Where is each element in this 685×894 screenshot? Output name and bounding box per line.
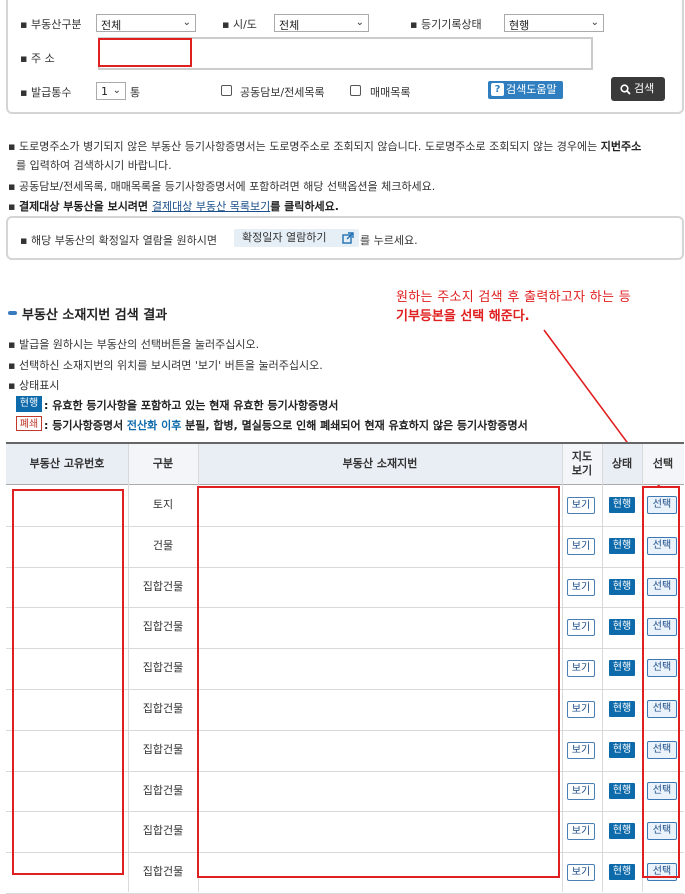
legend-current-badge: 현행 (16, 396, 42, 412)
row-type: 집합건물 (142, 661, 184, 675)
view-map-button[interactable]: 보기 (567, 578, 595, 596)
status-badge: 현행 (609, 782, 635, 799)
address-column-highlight (197, 486, 560, 878)
row-type: 집합건물 (142, 742, 184, 756)
status-badge: 현행 (609, 823, 635, 840)
view-map-button[interactable]: 보기 (567, 782, 595, 800)
row-type: 집합건물 (142, 783, 184, 797)
legend-closed-text: : 등기사항증명서 전산화 이후 분필, 합병, 멸실등으로 인해 폐쇄되어 현… (44, 419, 528, 432)
status-badge: 현행 (609, 578, 635, 595)
legend-current-text: : 유효한 등기사항을 포함하고 있는 현재 유효한 등기사항증명서 (44, 399, 339, 412)
row-type: 집합건물 (142, 620, 184, 634)
header-bottom-border (6, 484, 684, 485)
view-map-button[interactable]: 보기 (567, 701, 595, 718)
id-column-highlight (12, 489, 124, 875)
results-title: 부동산 소재지번 검색 결과 (22, 308, 168, 323)
guide-status: ▪ 상태표시 (8, 379, 60, 392)
col-header-map: 지도 보기 (562, 444, 602, 484)
col-header-address: 부동산 소재지번 (198, 444, 562, 484)
legend-closed-badge: 폐쇄 (16, 416, 42, 431)
view-map-button[interactable]: 보기 (567, 660, 595, 678)
row-type: 집합건물 (142, 579, 184, 593)
row-type: 집합건물 (142, 702, 184, 715)
col-header-status: 상태 (602, 444, 642, 484)
column-divider (562, 444, 563, 892)
status-badge: 현행 (609, 537, 635, 554)
select-column-highlight (642, 486, 680, 878)
status-badge: 현행 (609, 619, 635, 636)
row-type: 토지 (152, 498, 174, 511)
col-header-id: 부동산 고유번호 (6, 444, 128, 484)
title-bullet-icon (8, 311, 17, 315)
col-header-type: 구분 (128, 444, 198, 484)
guide-map: ▪ 선택하신 소재지번의 위치를 보시려면 '보기' 버튼을 눌러주십시오. (8, 359, 323, 372)
view-map-button[interactable]: 보기 (567, 823, 595, 841)
view-map-button[interactable]: 보기 (567, 741, 595, 759)
status-badge: 현행 (609, 497, 635, 513)
column-divider (602, 444, 603, 892)
row-type: 건물 (152, 538, 174, 552)
column-divider (128, 444, 129, 892)
view-map-button[interactable]: 보기 (567, 864, 595, 882)
view-map-button[interactable]: 보기 (567, 619, 595, 637)
row-type: 집합건물 (142, 824, 184, 838)
status-badge: 현행 (609, 741, 635, 758)
col-header-select: 선택 (642, 444, 684, 484)
view-map-button[interactable]: 보기 (567, 537, 595, 555)
status-badge: 현행 (609, 660, 635, 677)
status-badge: 현행 (609, 864, 635, 881)
status-badge: 현행 (609, 701, 635, 717)
guide-select: ▪ 발급을 원하시는 부동산의 선택버튼을 눌러주십시오. (8, 338, 260, 351)
view-map-button[interactable]: 보기 (567, 497, 595, 514)
